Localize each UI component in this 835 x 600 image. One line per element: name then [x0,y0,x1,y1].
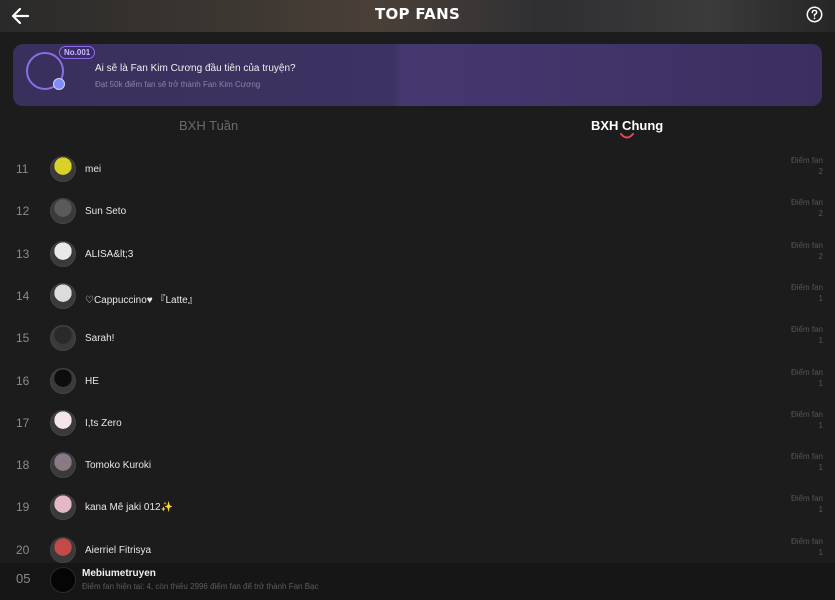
fan-points-label: Điểm fan [790,156,823,165]
fan-points-value: 1 [818,547,823,557]
fan-avatar[interactable] [50,325,76,352]
fan-avatar[interactable] [50,367,76,394]
my-rank-bar: 05 Mebiumetruyen Điểm fan hiện tại: 4, c… [0,563,835,600]
banner-subtitle: Đạt 50k điểm fan sẽ trở thành Fan Kim Cư… [95,80,261,89]
fan-name[interactable]: ♡Cappuccino♥ 『Latte』 [85,291,198,306]
fan-points-value: 2 [818,251,823,261]
fan-name[interactable]: ALISA&lt;3 [85,249,133,260]
top-bar: TOP FANS [0,0,835,32]
fan-name[interactable]: I,ts Zero [85,418,122,429]
my-avatar [50,567,76,593]
fan-points-label: Điểm fan [790,367,823,377]
fan-name[interactable]: Tomoko Kuroki [85,460,151,471]
fan-avatar[interactable] [50,282,76,309]
fan-rank: 15 [16,331,30,346]
question-circle-icon[interactable] [806,6,823,23]
fan-points-value: 1 [818,505,823,515]
fan-rank: 16 [16,373,30,388]
fan-row[interactable]: 12 Sun Seto Điểm fan 2 [0,192,835,234]
fan-points-label: Điểm fan [790,452,823,462]
fan-points-label: Điểm fan [790,409,823,419]
fan-points-value: 1 [818,463,823,473]
banner-question: Ai sẽ là Fan Kim Cương đầu tiên của truy… [95,63,296,74]
fan-name[interactable]: mei [85,164,101,175]
fan-avatar[interactable] [50,240,76,267]
my-points-info: Điểm fan hiện tại: 4, còn thiếu 2996 điể… [82,582,319,591]
fan-points-label: Điểm fan [790,325,823,335]
fan-row[interactable]: 17 I,ts Zero Điểm fan 1 [0,404,835,446]
tab-overall[interactable]: BXH Chung [591,118,663,133]
fan-rank: 17 [16,415,30,430]
fan-avatar[interactable] [50,198,76,225]
fan-points-value: 1 [818,293,823,303]
fan-rank: 13 [16,246,30,261]
active-tab-indicator [620,133,634,139]
diamond-fan-banner[interactable]: No.001 Ai sẽ là Fan Kim Cương đầu tiên c… [13,44,822,106]
fan-row[interactable]: 19 kana Mê jaki 012✨ Điểm fan 1 [0,488,835,530]
fan-points-value: 1 [818,378,823,388]
fan-avatar[interactable] [50,409,76,436]
fan-row[interactable]: 15 Sarah! Điểm fan 1 [0,319,835,361]
fan-avatar[interactable] [50,494,76,521]
fan-points-value: 1 [818,420,823,430]
fan-name[interactable]: Aierriel Fitrisya [85,545,151,556]
fan-points-label: Điểm fan [790,282,823,292]
fan-rank: 11 [16,162,29,176]
fan-avatar[interactable] [50,452,76,479]
fan-points-value: 2 [818,167,823,176]
fan-points-label: Điểm fan [790,536,823,546]
fan-row[interactable]: 13 ALISA&lt;3 Điểm fan 2 [0,235,835,277]
fan-points-label: Điểm fan [790,494,823,504]
fan-name[interactable]: HE [85,376,99,387]
fan-rank: 19 [16,500,30,515]
page-title: TOP FANS [374,5,461,23]
fan-points-value: 2 [818,209,823,219]
fan-row[interactable]: 11 mei Điểm fan 2 [0,150,835,192]
fan-points-value: 1 [818,336,823,346]
fan-rank: 18 [16,458,30,473]
diamond-icon [53,78,65,90]
fan-row[interactable]: 18 Tomoko Kuroki Điểm fan 1 [0,446,835,488]
fan-points-label: Điểm fan [790,240,823,250]
fan-row[interactable]: 16 HE Điểm fan 1 [0,362,835,404]
fan-avatar[interactable] [50,536,76,563]
fan-row[interactable]: 14 ♡Cappuccino♥ 『Latte』 Điểm fan 1 [0,277,835,319]
fan-avatar[interactable] [50,156,76,182]
fan-rank: 14 [16,288,30,303]
fan-rank: 12 [16,204,30,219]
rank-badge: No.001 [59,46,96,59]
my-username: Mebiumetruyen [82,568,156,579]
fan-name[interactable]: kana Mê jaki 012✨ [85,502,173,513]
fan-name[interactable]: Sarah! [85,333,114,344]
fan-points-label: Điểm fan [790,198,823,208]
my-rank-number: 05 [16,571,31,586]
fan-name[interactable]: Sun Seto [85,206,126,217]
tab-weekly[interactable]: BXH Tuần [179,118,238,133]
fan-rank: 20 [16,542,30,557]
